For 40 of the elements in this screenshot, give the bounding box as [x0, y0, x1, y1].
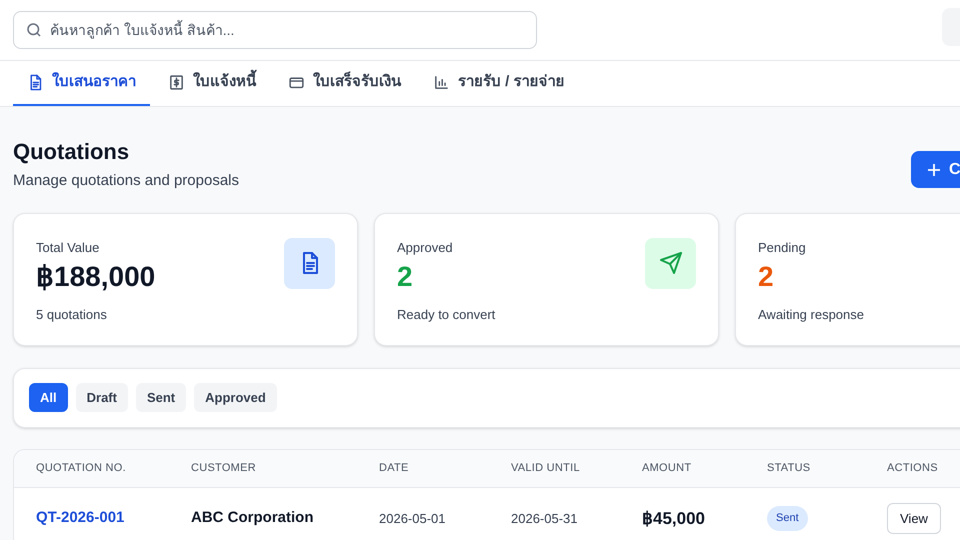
column-header: VALID UNTIL	[511, 460, 580, 476]
stat-value: ฿188,000	[36, 260, 156, 294]
tab[interactable]: รายรับ / รายจ่าย	[419, 61, 579, 106]
create-button[interactable]: C	[911, 151, 960, 188]
column-header: ACTIONS	[887, 460, 938, 476]
stat-value: 2	[758, 260, 775, 294]
stat-note: Ready to convert	[397, 306, 496, 324]
page-title: Quotations	[13, 138, 130, 166]
status-badge: Sent	[767, 506, 808, 531]
stat-label: Total Value	[36, 238, 100, 256]
search-icon	[25, 21, 43, 39]
filter-chip[interactable]: Draft	[76, 383, 128, 412]
search-field[interactable]: ค้นหาลูกค้า ใบแจ้งหนี้ สินค้า...	[13, 11, 537, 49]
stat-label: Approved	[397, 238, 454, 257]
table-cell-text: ABC Corporation	[191, 508, 314, 528]
table-cell-text: 2026-05-01	[379, 510, 446, 528]
column-header: CUSTOMER	[191, 460, 256, 476]
tab[interactable]: ใบเสนอราคา	[13, 61, 150, 106]
column-header: QUOTATION NO.	[36, 460, 126, 476]
table-cell-text: 2026-05-31	[511, 510, 578, 528]
filter-chip[interactable]: Sent	[136, 383, 186, 412]
stat-note: Awaiting response	[758, 306, 864, 324]
dollar-document-icon	[168, 74, 185, 91]
paper-plane-icon	[658, 251, 682, 275]
plus-icon	[927, 162, 941, 176]
column-header: AMOUNT	[642, 460, 692, 476]
tab[interactable]: ใบแจ้งหนี้	[154, 61, 270, 106]
page-subtitle: Manage quotations and proposals	[13, 171, 240, 191]
bar-chart-icon	[433, 74, 450, 91]
table-cell-text: ฿45,000	[642, 508, 705, 530]
stat-label: Pending	[758, 238, 807, 257]
quotation-link[interactable]: QT-2026-001	[36, 507, 124, 530]
filter-chip[interactable]: All	[29, 383, 68, 412]
column-header: DATE	[379, 460, 409, 476]
stat-note: 5 quotations	[36, 306, 108, 324]
column-header: STATUS	[767, 460, 810, 476]
tab[interactable]: ใบเสร็จรับเงิน	[274, 61, 415, 106]
stat-value: 2	[397, 260, 414, 294]
view-button[interactable]: View	[887, 503, 941, 534]
filter-chip[interactable]: Approved	[194, 383, 277, 412]
